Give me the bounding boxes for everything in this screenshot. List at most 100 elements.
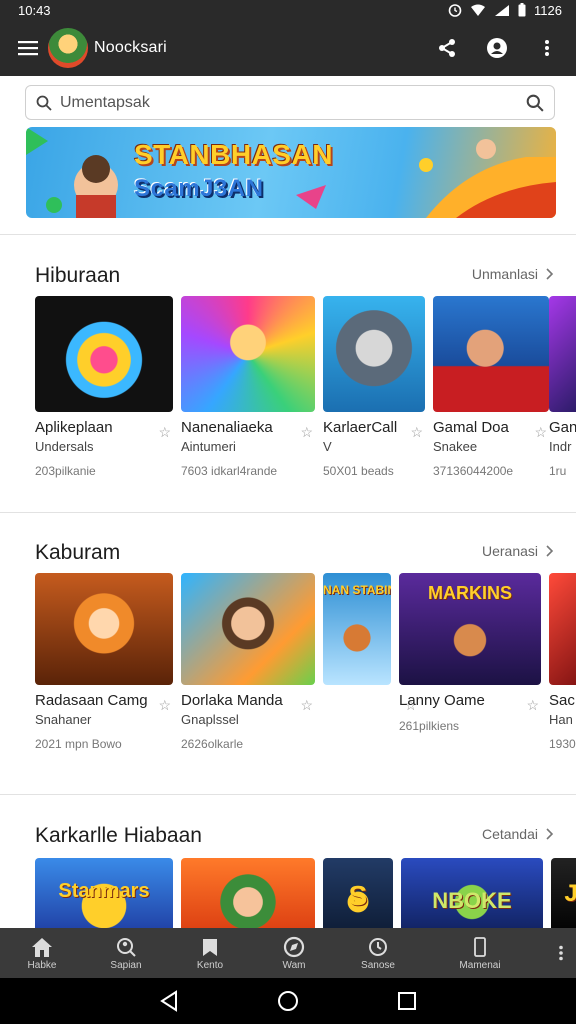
nav-home[interactable]: Habke bbox=[0, 928, 84, 978]
thumbnail-title: S bbox=[348, 880, 368, 911]
hamburger-icon bbox=[18, 41, 38, 56]
banner-title: STANBHASAN bbox=[134, 139, 333, 170]
app-logo bbox=[48, 28, 88, 68]
search-bar[interactable] bbox=[25, 85, 555, 120]
section-more-link[interactable]: Cetandai bbox=[482, 826, 554, 842]
status-bar: 10:43 1126 bbox=[0, 0, 576, 20]
star-icon[interactable]: ☆ bbox=[158, 424, 171, 441]
app-card[interactable]: NAN STABIN ☆ bbox=[323, 573, 417, 713]
app-card[interactable]: Stanmars bbox=[35, 858, 173, 928]
home-icon bbox=[32, 937, 52, 957]
app-name: Dorlaka Manda bbox=[181, 692, 283, 709]
more-vert-icon bbox=[545, 40, 549, 56]
app-thumbnail: NBOKE bbox=[401, 858, 543, 928]
app-meta: 7603 idkarl4rande bbox=[181, 464, 278, 478]
app-meta: 261pilkiens bbox=[399, 719, 460, 733]
star-icon[interactable]: ☆ bbox=[158, 697, 171, 714]
app-thumbnail bbox=[35, 573, 173, 685]
thumbnail-title: J bbox=[564, 880, 576, 907]
app-card[interactable]: S bbox=[323, 858, 393, 928]
section-more-link[interactable]: Ueranasi bbox=[482, 543, 554, 559]
app-card[interactable]: KarlaerCall ☆ V 50X01 beads bbox=[323, 296, 425, 480]
star-icon[interactable]: ☆ bbox=[526, 697, 539, 714]
app-card[interactable]: Radasaan Camg ☆ Snahaner 2021 mpn Bowo bbox=[35, 573, 173, 753]
nav-explore[interactable]: Wam bbox=[252, 928, 336, 978]
app-card[interactable]: Aplikeplaan ☆ Undersals 203pilkanie bbox=[35, 296, 173, 480]
app-subtitle: Snahaner bbox=[35, 712, 92, 727]
bookmark-icon bbox=[203, 938, 217, 956]
phone-icon bbox=[474, 936, 486, 957]
promo-banner[interactable]: STANBHASAN ScamJ3AN bbox=[26, 127, 556, 218]
divider bbox=[0, 794, 576, 795]
star-icon[interactable]: ☆ bbox=[300, 424, 313, 441]
battery-level: 1126 bbox=[534, 2, 562, 18]
section-karkarlle-hiabaan: Karkarlle Hiabaan Cetandai Stanmars S NB… bbox=[0, 818, 576, 928]
nav-search[interactable]: Sapian bbox=[84, 928, 168, 978]
app-bar: Noocksari bbox=[0, 20, 576, 76]
divider bbox=[0, 512, 576, 513]
thumbnail-title: NAN STABIN bbox=[323, 583, 391, 597]
app-thumbnail: NAN STABIN bbox=[323, 573, 391, 685]
app-thumbnail bbox=[181, 573, 315, 685]
app-card[interactable]: Gamal Doa ☆ Snakee 37136044200e bbox=[433, 296, 549, 480]
app-meta: 37136044200e bbox=[433, 464, 514, 478]
app-name: Gamal Doa bbox=[433, 419, 509, 436]
app-card[interactable]: Gan Indr 1ru bbox=[549, 296, 576, 480]
thumbnail-title: MARKINS bbox=[428, 583, 512, 603]
app-card[interactable]: Sac Han 1930 bbox=[549, 573, 576, 753]
star-icon[interactable]: ☆ bbox=[300, 697, 313, 714]
app-meta: 50X01 beads bbox=[323, 464, 394, 478]
back-button[interactable] bbox=[149, 981, 189, 1021]
app-thumbnail: MARKINS bbox=[399, 573, 541, 685]
app-thumbnail: Stanmars bbox=[35, 858, 173, 928]
app-thumbnail bbox=[181, 858, 315, 928]
section-title: Kaburam bbox=[35, 541, 121, 564]
chevron-right-icon bbox=[546, 828, 554, 840]
account-button[interactable] bbox=[474, 25, 520, 71]
app-name: Gan bbox=[549, 419, 576, 436]
search-submit-icon[interactable] bbox=[526, 94, 544, 112]
app-thumbnail bbox=[433, 296, 549, 412]
share-button[interactable] bbox=[424, 25, 470, 71]
app-card[interactable]: J bbox=[551, 858, 576, 928]
app-meta: 2626olkarle bbox=[181, 737, 244, 751]
app-card[interactable] bbox=[181, 858, 315, 928]
app-subtitle: Snakee bbox=[433, 439, 478, 454]
app-thumbnail bbox=[35, 296, 173, 412]
nav-more-button[interactable] bbox=[546, 928, 576, 978]
star-icon[interactable]: ☆ bbox=[534, 424, 547, 441]
home-circle-icon bbox=[277, 991, 298, 1011]
search-input[interactable] bbox=[60, 93, 526, 112]
app-card[interactable]: NBOKE bbox=[401, 858, 543, 928]
app-name: Sac bbox=[549, 692, 575, 709]
app-subtitle: Aintumeri bbox=[181, 439, 236, 454]
divider bbox=[0, 234, 576, 235]
battery-icon bbox=[518, 3, 526, 17]
banner-subtitle: ScamJ3AN bbox=[134, 175, 264, 202]
app-name: Radasaan Camg bbox=[35, 692, 148, 709]
app-card[interactable]: Nanenaliaeka ☆ Aintumeri 7603 idkarl4ran… bbox=[181, 296, 315, 480]
recents-button[interactable] bbox=[387, 981, 427, 1021]
signal-icon bbox=[494, 4, 510, 17]
app-thumbnail bbox=[549, 296, 576, 412]
app-meta: 203pilkanie bbox=[35, 464, 96, 478]
star-icon[interactable]: ☆ bbox=[410, 424, 423, 441]
status-time: 10:43 bbox=[18, 2, 51, 18]
app-thumbnail bbox=[549, 573, 576, 685]
app-card[interactable]: MARKINS Lanny Oame ☆ 261pilkiens bbox=[399, 573, 541, 735]
section-more-link[interactable]: Unmanlasi bbox=[472, 266, 554, 282]
section-hiburaan: Hiburaan Unmanlasi Aplikeplaan ☆ Undersa… bbox=[0, 258, 576, 510]
share-icon bbox=[439, 39, 455, 57]
alarm-icon bbox=[448, 3, 462, 17]
more-options-button[interactable] bbox=[524, 25, 570, 71]
chevron-right-icon bbox=[546, 545, 554, 557]
nav-device[interactable]: Mamenai bbox=[420, 928, 540, 978]
app-card[interactable]: Dorlaka Manda ☆ Gnaplssel 2626olkarle bbox=[181, 573, 315, 753]
app-thumbnail bbox=[181, 296, 315, 412]
app-subtitle: Undersals bbox=[35, 439, 94, 454]
nav-history[interactable]: Sanose bbox=[336, 928, 420, 978]
home-button[interactable] bbox=[268, 981, 308, 1021]
nav-bookmarks[interactable]: Kento bbox=[168, 928, 252, 978]
search-person-icon bbox=[117, 937, 136, 957]
section-title: Karkarlle Hiabaan bbox=[35, 824, 202, 847]
